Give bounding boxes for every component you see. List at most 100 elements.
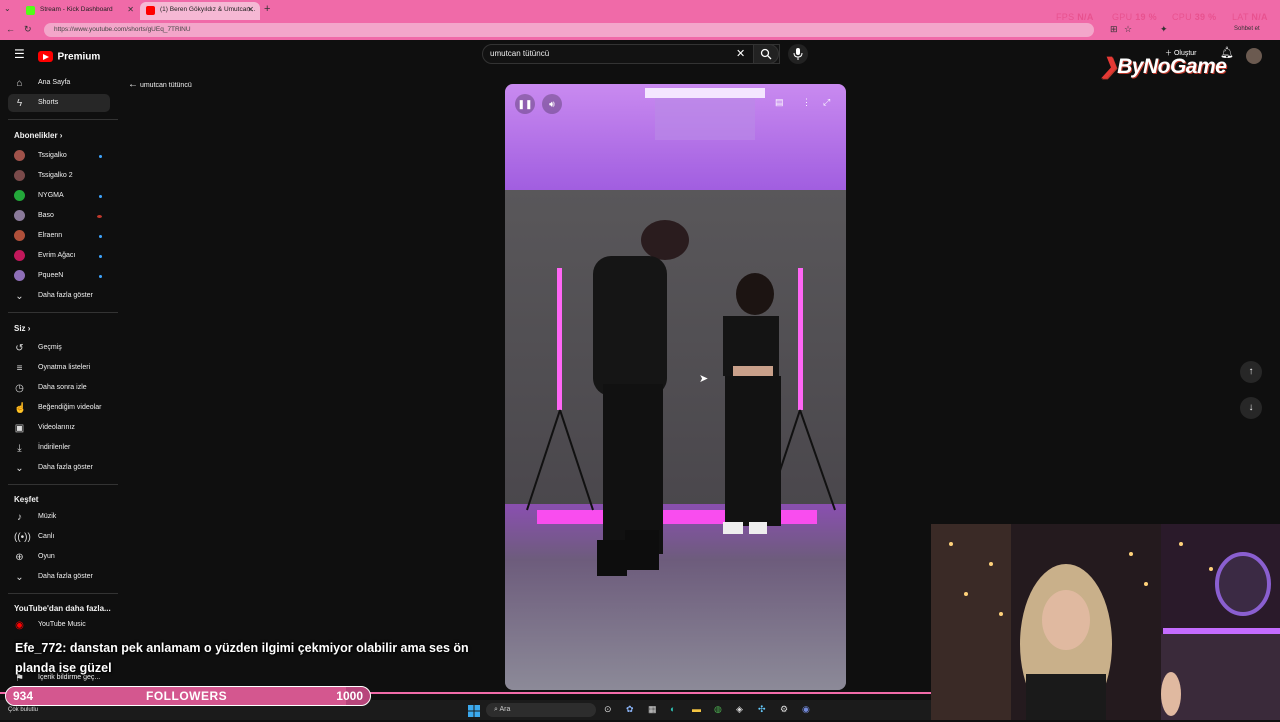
fullscreen-icon[interactable]: ⤢ bbox=[823, 97, 830, 108]
folder-icon[interactable]: ▬ bbox=[692, 704, 701, 714]
sidebar-item-subscription[interactable]: Tssigalko 2 bbox=[8, 167, 110, 185]
browser-menu-icon[interactable]: ⌄ bbox=[4, 4, 16, 16]
you-heading[interactable]: Siz › bbox=[14, 324, 30, 333]
channel-avatar bbox=[14, 250, 25, 261]
copilot-icon[interactable]: ✿ bbox=[626, 704, 634, 715]
channel-avatar bbox=[14, 150, 25, 161]
new-tab-button[interactable]: + bbox=[264, 3, 270, 15]
live-dot bbox=[99, 275, 102, 278]
sidebar-item-home[interactable]: ⌂ Ana Sayfa bbox=[8, 74, 110, 92]
extensions-icon[interactable]: ⊞ bbox=[1110, 24, 1118, 35]
sidebar-item-subscription[interactable]: Evrim Ağacı bbox=[8, 247, 110, 265]
back-icon[interactable]: ← bbox=[6, 24, 15, 34]
search-button[interactable] bbox=[753, 44, 779, 64]
close-tab-icon[interactable]: ✕ bbox=[247, 2, 254, 18]
channel-avatar bbox=[14, 270, 25, 281]
live-dot bbox=[99, 255, 102, 258]
windows-start-icon[interactable] bbox=[468, 704, 480, 717]
clear-search-icon[interactable]: ✕ bbox=[736, 47, 745, 60]
sidebar-item-gaming[interactable]: ⊕ Oyun bbox=[8, 548, 110, 566]
sidebar-item-shorts[interactable]: ϟ Shorts bbox=[8, 94, 110, 112]
next-short-button[interactable]: ↓ bbox=[1240, 397, 1262, 419]
previous-short-button[interactable]: ↑ bbox=[1240, 361, 1262, 383]
show-more-you[interactable]: ⌄ Daha fazla göster bbox=[8, 459, 110, 477]
app-icon[interactable]: ✣ bbox=[758, 704, 766, 715]
chrome-icon[interactable]: ◍ bbox=[714, 704, 722, 715]
back-label: umutcan tütüncü bbox=[139, 82, 192, 89]
chat-text: : danstan pek anlamam o yüzden ilgimi çe… bbox=[15, 641, 469, 675]
captions-icon[interactable]: ▤ bbox=[775, 97, 784, 108]
microphone-icon bbox=[793, 48, 803, 60]
shorts-icon: ϟ bbox=[16, 98, 23, 109]
chat-icon[interactable]: Sohbet et bbox=[1234, 26, 1260, 32]
shorts-video-player[interactable]: ❚❚ 🔊︎ ▤ ⋮ ⤢ bbox=[505, 84, 846, 690]
edge-icon[interactable]: ◐ bbox=[670, 704, 675, 714]
app-icon[interactable]: ◈ bbox=[736, 704, 743, 715]
show-more-subscriptions[interactable]: ⌄ Daha fazla göster bbox=[8, 287, 110, 305]
sidebar-item-music[interactable]: ♪ Müzik bbox=[8, 508, 110, 526]
channel-avatar bbox=[14, 230, 25, 241]
hamburger-menu-icon[interactable]: ☰ bbox=[14, 47, 25, 61]
sidebar-item-watch-later[interactable]: ◷ Daha sonra izle bbox=[8, 379, 110, 397]
browser-tab-bar: ⌄ Stream - Kick Dashboard ✕ (1) Beren Gö… bbox=[0, 0, 1280, 22]
brand-text: ByNoGame bbox=[1117, 55, 1227, 78]
tab-youtube-shorts[interactable]: (1) Beren Gökyıldız & Umutcan... ✕ bbox=[140, 2, 260, 20]
discord-icon[interactable]: ◉ bbox=[802, 704, 810, 715]
premium-label: Premium bbox=[57, 51, 101, 63]
sidebar-item-liked-videos[interactable]: ☝ Beğendiğim videolar bbox=[8, 399, 110, 417]
back-to-search-link[interactable]: ← umutcan tütüncü bbox=[128, 79, 192, 90]
video-icon: ▣ bbox=[14, 423, 25, 434]
steam-icon[interactable]: ⚙ bbox=[780, 704, 788, 715]
chat-message-overlay: Efe_772: danstan pek anlamam o yüzden il… bbox=[15, 638, 495, 678]
sidebar-item-downloads[interactable]: ⤓ İndirilenler bbox=[8, 439, 110, 457]
taskbar-search[interactable]: ⌕ Ara bbox=[486, 703, 596, 717]
sidebar-divider bbox=[8, 593, 118, 594]
home-icon: ⌂ bbox=[16, 78, 23, 89]
bynogame-logo: ❯ByNoGame bbox=[1100, 54, 1227, 79]
star-icon[interactable]: ☆ bbox=[1124, 24, 1132, 35]
avatar[interactable] bbox=[1246, 48, 1262, 64]
sidebar-item-subscription[interactable]: NYGMA bbox=[8, 187, 110, 205]
sidebar-divider bbox=[8, 484, 118, 485]
followers-current: 934 bbox=[13, 689, 34, 703]
sidebar-item-subscription[interactable]: Elraenn bbox=[8, 227, 110, 245]
task-view-icon[interactable]: ⊙ bbox=[604, 704, 612, 715]
more-options-icon[interactable]: ⋮ bbox=[802, 97, 811, 108]
webcam-scene bbox=[931, 524, 1280, 720]
youtube-logo[interactable]: Premium bbox=[38, 48, 101, 63]
bynogame-flame-icon: ❯ bbox=[1100, 55, 1118, 78]
live-dot bbox=[99, 195, 102, 198]
sidebar-divider bbox=[8, 312, 118, 313]
yt-music-icon: ◉ bbox=[15, 620, 24, 631]
reload-icon[interactable]: ↻ bbox=[24, 24, 32, 35]
sidebar-item-your-videos[interactable]: ▣ Videolarınız bbox=[8, 419, 110, 437]
search-icon bbox=[760, 48, 772, 60]
pause-button[interactable]: ❚❚ bbox=[515, 94, 535, 114]
puzzle-icon[interactable]: ✦ bbox=[1160, 24, 1168, 35]
video-frame-scene bbox=[505, 84, 846, 690]
channel-avatar bbox=[14, 210, 25, 221]
sidebar-item-subscription[interactable]: PqueeN bbox=[8, 267, 110, 285]
store-icon[interactable]: ▦ bbox=[648, 704, 657, 715]
followers-goal: 1000 bbox=[336, 689, 363, 703]
sidebar-item-history[interactable]: ↺ Geçmiş bbox=[8, 339, 110, 357]
windows-logo bbox=[468, 705, 480, 717]
sidebar-item-youtube-music[interactable]: ◉ YouTube Music bbox=[8, 616, 110, 634]
sidebar-item-subscription[interactable]: Baso bbox=[8, 207, 110, 225]
arrow-left-icon: ← bbox=[128, 79, 138, 90]
sidebar-item-label: Shorts bbox=[38, 99, 59, 106]
voice-search-button[interactable] bbox=[788, 44, 808, 64]
volume-button[interactable]: 🔊︎ bbox=[542, 94, 562, 114]
youtube-play-icon bbox=[38, 51, 53, 63]
live-dot bbox=[99, 155, 102, 158]
subscriptions-heading[interactable]: Abonelikler › bbox=[14, 131, 62, 140]
streamer-webcam bbox=[931, 524, 1280, 720]
show-more-explore[interactable]: ⌄ Daha fazla göster bbox=[8, 568, 110, 586]
tab-kick-dashboard[interactable]: Stream - Kick Dashboard ✕ bbox=[20, 2, 140, 20]
close-tab-icon[interactable]: ✕ bbox=[127, 2, 134, 18]
sidebar-item-playlists[interactable]: ≡ Oynatma listeleri bbox=[8, 359, 110, 377]
url-field[interactable]: https://www.youtube.com/shorts/gUEq_7TRl… bbox=[44, 23, 1094, 37]
sidebar-item-subscription[interactable]: Tssigalko bbox=[8, 147, 110, 165]
sidebar-item-live[interactable]: ((•)) Canlı bbox=[8, 528, 110, 546]
weather-widget[interactable]: Çok bulutlu bbox=[8, 707, 38, 713]
